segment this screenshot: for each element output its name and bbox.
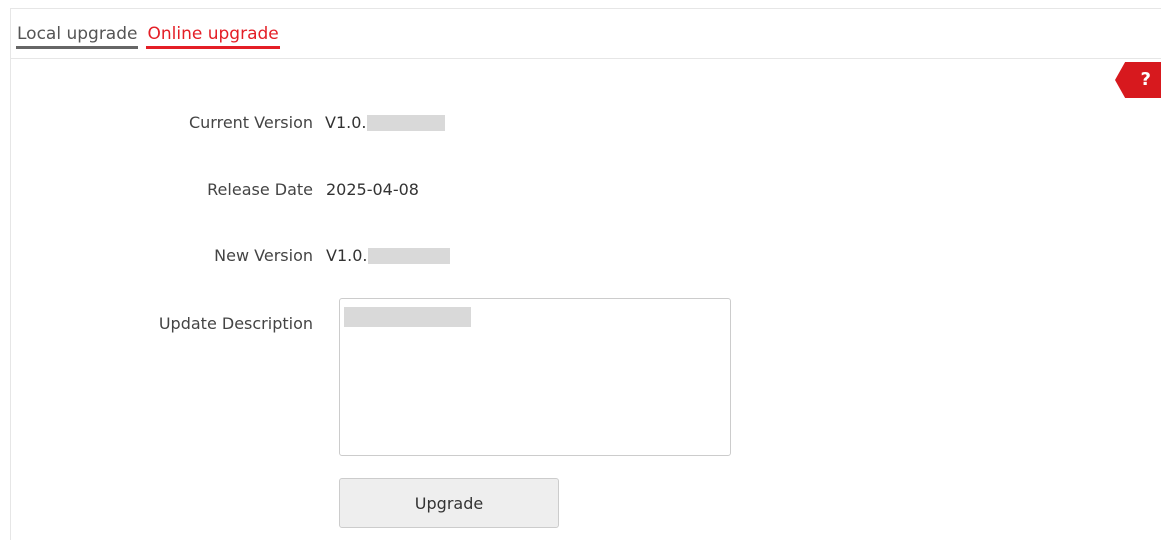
- new-version-text: V1.0.: [326, 246, 368, 265]
- redacted-blur: [367, 114, 446, 131]
- current-version-value: V1.0.: [325, 113, 446, 132]
- upgrade-button[interactable]: Upgrade: [339, 478, 559, 528]
- upgrade-tabs: Local upgrade Online upgrade: [16, 22, 280, 58]
- new-version-label: New Version: [214, 246, 313, 265]
- tab-local-upgrade[interactable]: Local upgrade: [16, 22, 139, 49]
- upgrade-panel: [10, 8, 1161, 540]
- release-date-label: Release Date: [207, 180, 313, 199]
- new-version-value: V1.0.: [326, 246, 451, 265]
- release-date-value: 2025-04-08: [326, 180, 419, 199]
- update-description-label: Update Description: [158, 314, 313, 333]
- current-version-label: Current Version: [188, 113, 313, 132]
- current-version-text: V1.0.: [325, 113, 367, 132]
- tab-online-upgrade[interactable]: Online upgrade: [146, 22, 280, 49]
- tabs-divider: [10, 58, 1161, 59]
- redacted-blur: [344, 307, 471, 327]
- update-description-textarea[interactable]: [339, 298, 731, 456]
- redacted-blur: [368, 247, 451, 264]
